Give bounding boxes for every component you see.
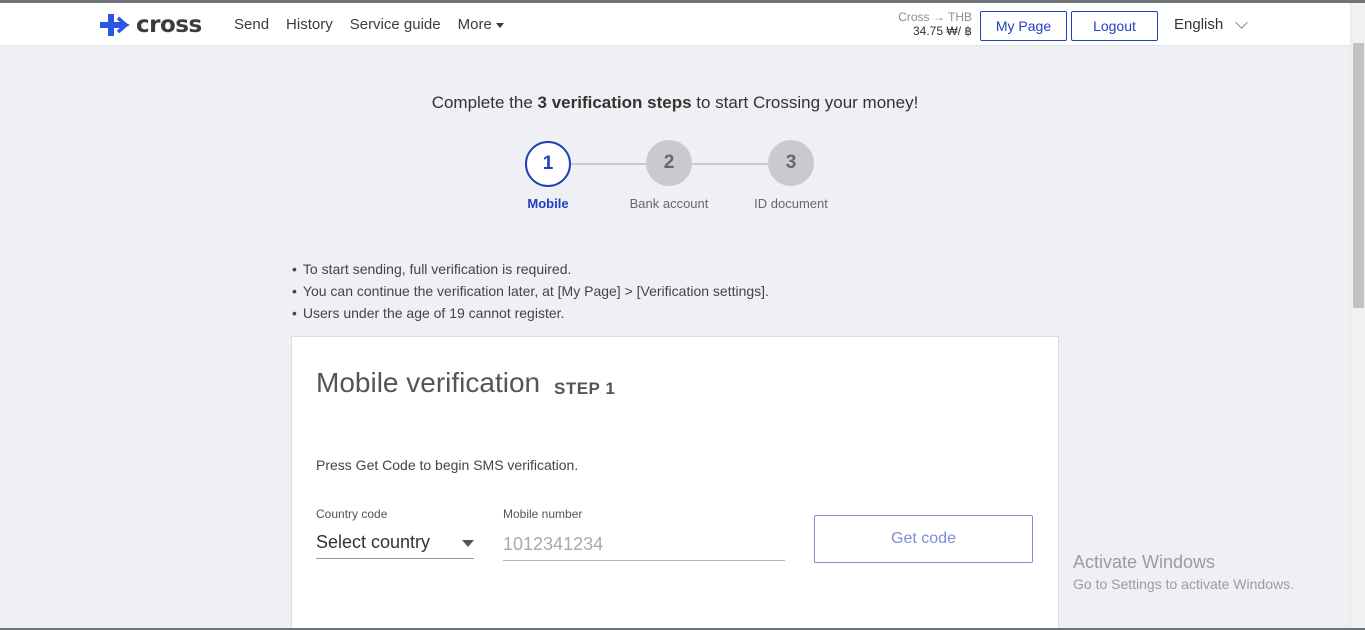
step-connector bbox=[570, 163, 646, 165]
step-3-label: ID document bbox=[754, 196, 828, 211]
verification-notes: To start sending, full verification is r… bbox=[292, 258, 769, 324]
exchange-rate: Cross → THB 34.75 ₩/ ฿ bbox=[880, 10, 972, 38]
note-item: To start sending, full verification is r… bbox=[292, 258, 769, 280]
windows-activation-watermark: Activate Windows Go to Settings to activ… bbox=[1073, 552, 1294, 592]
rate-value: 34.75 ₩/ ฿ bbox=[913, 24, 972, 38]
rate-label: Cross → THB bbox=[898, 10, 972, 24]
step-1-circle: 1 bbox=[525, 141, 571, 187]
headline-post: to start Crossing your money! bbox=[691, 93, 919, 112]
step-indicator: 1 2 3 Mobile Bank account ID document bbox=[0, 140, 1350, 220]
country-code-select[interactable]: Select country bbox=[316, 527, 474, 559]
cross-logo[interactable]: cross bbox=[100, 12, 202, 38]
mobile-number-label: Mobile number bbox=[503, 507, 583, 521]
logout-button[interactable]: Logout bbox=[1071, 11, 1158, 41]
cross-logo-icon bbox=[100, 14, 130, 36]
scrollbar-thumb[interactable] bbox=[1353, 43, 1364, 308]
language-label: English bbox=[1174, 16, 1224, 33]
headline-pre: Complete the bbox=[431, 93, 538, 112]
chevron-down-icon bbox=[1235, 16, 1249, 29]
watermark-subtitle: Go to Settings to activate Windows. bbox=[1073, 576, 1294, 592]
nav-history[interactable]: History bbox=[286, 16, 333, 33]
card-description: Press Get Code to begin SMS verification… bbox=[316, 457, 579, 473]
card-title: Mobile verification bbox=[316, 367, 541, 398]
country-code-value: Select country bbox=[316, 532, 431, 552]
country-code-label: Country code bbox=[316, 507, 388, 521]
mobile-number-input[interactable] bbox=[503, 529, 785, 561]
mobile-verification-card: Mobile verification STEP 1 Press Get Cod… bbox=[291, 336, 1059, 630]
caret-down-icon bbox=[495, 23, 504, 28]
note-item: You can continue the verification later,… bbox=[292, 280, 769, 302]
nav-more[interactable]: More bbox=[458, 16, 504, 33]
step-1-label: Mobile bbox=[527, 196, 569, 211]
nav-send[interactable]: Send bbox=[234, 16, 269, 33]
my-page-button[interactable]: My Page bbox=[980, 11, 1067, 41]
step-3-circle: 3 bbox=[768, 140, 814, 186]
nav-more-label: More bbox=[457, 16, 492, 33]
headline-bold: 3 verification steps bbox=[537, 93, 692, 112]
main-nav: Send History Service guide More bbox=[234, 16, 521, 33]
card-step-badge: STEP 1 bbox=[554, 379, 616, 398]
step-2-circle: 2 bbox=[646, 140, 692, 186]
verification-headline: Complete the 3 verification steps to sta… bbox=[0, 93, 1350, 113]
note-item: Users under the age of 19 cannot registe… bbox=[292, 302, 769, 324]
watermark-title: Activate Windows bbox=[1073, 552, 1216, 572]
nav-service-guide[interactable]: Service guide bbox=[350, 16, 441, 33]
vertical-scrollbar[interactable] bbox=[1350, 3, 1365, 630]
dropdown-arrow-icon bbox=[462, 540, 474, 547]
top-header: cross Send History Service guide More Cr… bbox=[0, 3, 1350, 46]
logo-text: cross bbox=[136, 12, 202, 38]
language-selector[interactable]: English bbox=[1174, 16, 1249, 33]
get-code-button[interactable]: Get code bbox=[814, 515, 1033, 563]
step-connector bbox=[691, 163, 768, 165]
step-2-label: Bank account bbox=[629, 196, 709, 211]
